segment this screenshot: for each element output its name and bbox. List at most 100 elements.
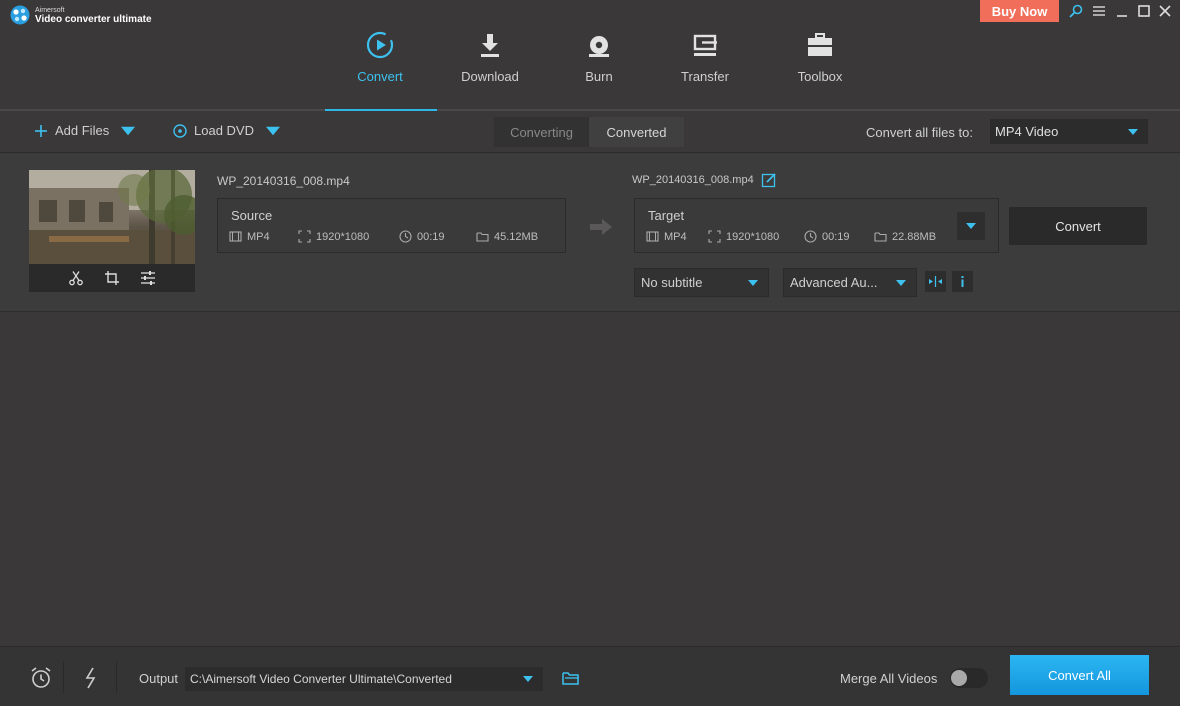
source-resolution-value: 1920*1080 bbox=[316, 230, 370, 243]
output-path-select[interactable]: C:\Aimersoft Video Converter Ultimate\Co… bbox=[185, 667, 543, 691]
target-duration: 00:19 bbox=[804, 230, 850, 243]
target-title: Target bbox=[648, 208, 685, 223]
load-dvd-label: Load DVD bbox=[194, 123, 254, 138]
source-size-value: 45.12MB bbox=[494, 230, 539, 243]
plus-icon bbox=[35, 124, 47, 137]
add-files-button[interactable]: Add Files bbox=[34, 123, 142, 138]
source-resolution: 1920*1080 bbox=[298, 230, 369, 243]
tab-converted[interactable]: Converted bbox=[589, 117, 684, 147]
nav-convert[interactable]: Convert bbox=[330, 30, 430, 90]
crop-icon[interactable] bbox=[104, 270, 120, 286]
merge-icon bbox=[929, 276, 942, 287]
top-bar: Aimersoft Video converter ultimate Buy N… bbox=[0, 0, 1180, 110]
folder-icon bbox=[476, 232, 489, 242]
search-button[interactable] bbox=[1068, 3, 1084, 19]
arrow-right-icon bbox=[590, 219, 612, 235]
audio-select[interactable]: Advanced Au... bbox=[783, 268, 917, 297]
nav-toolbox[interactable]: Toolbox bbox=[770, 30, 870, 90]
info-icon bbox=[961, 276, 964, 287]
minimize-button[interactable] bbox=[1114, 3, 1130, 19]
dvd-icon bbox=[173, 123, 187, 138]
target-file-name: WP_20140316_008.mp4 bbox=[632, 174, 754, 186]
burn-icon bbox=[589, 36, 609, 57]
chevron-down-icon bbox=[896, 280, 906, 286]
thumbnail-scene bbox=[29, 170, 195, 264]
convert-button[interactable]: Convert bbox=[1009, 207, 1147, 245]
target-format-dropdown[interactable] bbox=[957, 212, 985, 240]
chevron-down-icon[interactable] bbox=[265, 124, 280, 138]
maximize-button[interactable] bbox=[1136, 3, 1152, 19]
alarm-clock-icon[interactable] bbox=[30, 667, 52, 689]
nav-burn-label: Burn bbox=[585, 69, 613, 84]
lightning-icon[interactable] bbox=[80, 667, 102, 689]
chevron-down-icon bbox=[523, 676, 533, 682]
thumbnail-toolbar bbox=[29, 264, 195, 292]
app-product-name: Video converter ultimate bbox=[35, 14, 152, 25]
nav-convert-label: Convert bbox=[357, 69, 403, 84]
target-size: 22.88MB bbox=[874, 230, 936, 243]
app-logo-icon bbox=[10, 5, 30, 25]
bottom-divider bbox=[63, 661, 64, 693]
output-format-select[interactable]: MP4 Video bbox=[990, 119, 1148, 144]
target-resolution-value: 1920*1080 bbox=[726, 230, 780, 243]
chevron-down-icon[interactable] bbox=[121, 124, 136, 138]
convert-icon bbox=[366, 31, 394, 59]
video-thumbnail bbox=[29, 170, 195, 292]
transfer-icon bbox=[693, 34, 717, 56]
nav-burn[interactable]: Burn bbox=[549, 30, 649, 90]
info-button[interactable] bbox=[952, 271, 973, 292]
bottom-divider bbox=[116, 661, 117, 693]
video-thumbnail-image[interactable] bbox=[29, 170, 195, 264]
menu-icon bbox=[1093, 6, 1105, 16]
close-button[interactable] bbox=[1157, 3, 1173, 19]
output-path-value: C:\Aimersoft Video Converter Ultimate\Co… bbox=[190, 672, 452, 686]
merge-all-videos-label: Merge All Videos bbox=[840, 671, 938, 686]
target-duration-value: 00:19 bbox=[822, 230, 850, 243]
buy-now-button[interactable]: Buy Now bbox=[980, 0, 1059, 22]
chevron-down-icon bbox=[1128, 129, 1138, 135]
source-info-panel: Source MP4 1920*1080 00:19 45.12MB bbox=[217, 198, 566, 253]
adjust-icon[interactable] bbox=[140, 270, 156, 286]
target-size-value: 22.88MB bbox=[892, 230, 937, 243]
source-duration: 00:19 bbox=[399, 230, 445, 243]
source-format: MP4 bbox=[229, 230, 270, 243]
nav-download-label: Download bbox=[461, 69, 519, 84]
chevron-down-icon bbox=[748, 280, 758, 286]
target-format: MP4 bbox=[646, 230, 687, 243]
tab-converting[interactable]: Converting bbox=[494, 117, 589, 147]
output-format-value: MP4 Video bbox=[995, 124, 1059, 139]
toolbar: Add Files Load DVD Converting Converted … bbox=[0, 111, 1180, 153]
add-files-label: Add Files bbox=[55, 123, 110, 138]
audio-value: Advanced Au... bbox=[790, 275, 878, 290]
target-resolution: 1920*1080 bbox=[708, 230, 779, 243]
merge-all-videos-toggle[interactable] bbox=[950, 668, 988, 688]
toggle-knob bbox=[951, 670, 967, 686]
target-format-value: MP4 bbox=[664, 230, 687, 243]
film-icon bbox=[229, 231, 242, 242]
clock-icon bbox=[804, 230, 817, 243]
source-size: 45.12MB bbox=[476, 230, 538, 243]
load-dvd-button[interactable]: Load DVD bbox=[173, 123, 287, 138]
close-icon bbox=[1159, 5, 1171, 17]
subtitle-select[interactable]: No subtitle bbox=[634, 268, 769, 297]
merge-tracks-button[interactable] bbox=[925, 271, 946, 292]
minimize-icon bbox=[1117, 15, 1127, 17]
convert-all-button[interactable]: Convert All bbox=[1010, 655, 1149, 695]
source-duration-value: 00:19 bbox=[417, 230, 445, 243]
menu-button[interactable] bbox=[1091, 3, 1107, 19]
toolbox-icon bbox=[808, 33, 832, 56]
source-file-name: WP_20140316_008.mp4 bbox=[217, 174, 350, 188]
edit-icon[interactable] bbox=[761, 172, 777, 188]
folder-icon bbox=[874, 232, 887, 242]
status-tabs: Converting Converted bbox=[494, 117, 684, 147]
nav-transfer-label: Transfer bbox=[681, 69, 729, 84]
nav-transfer[interactable]: Transfer bbox=[655, 30, 755, 90]
app-logo: Aimersoft Video converter ultimate bbox=[10, 5, 152, 25]
maximize-icon bbox=[1138, 5, 1150, 17]
target-info-panel[interactable]: Target MP4 1920*1080 00:19 22.88MB bbox=[634, 198, 999, 253]
convert-all-files-label: Convert all files to: bbox=[866, 125, 973, 140]
resolution-icon bbox=[298, 230, 311, 243]
open-folder-icon[interactable] bbox=[562, 669, 580, 687]
scissors-icon[interactable] bbox=[68, 270, 84, 286]
nav-download[interactable]: Download bbox=[440, 30, 540, 90]
